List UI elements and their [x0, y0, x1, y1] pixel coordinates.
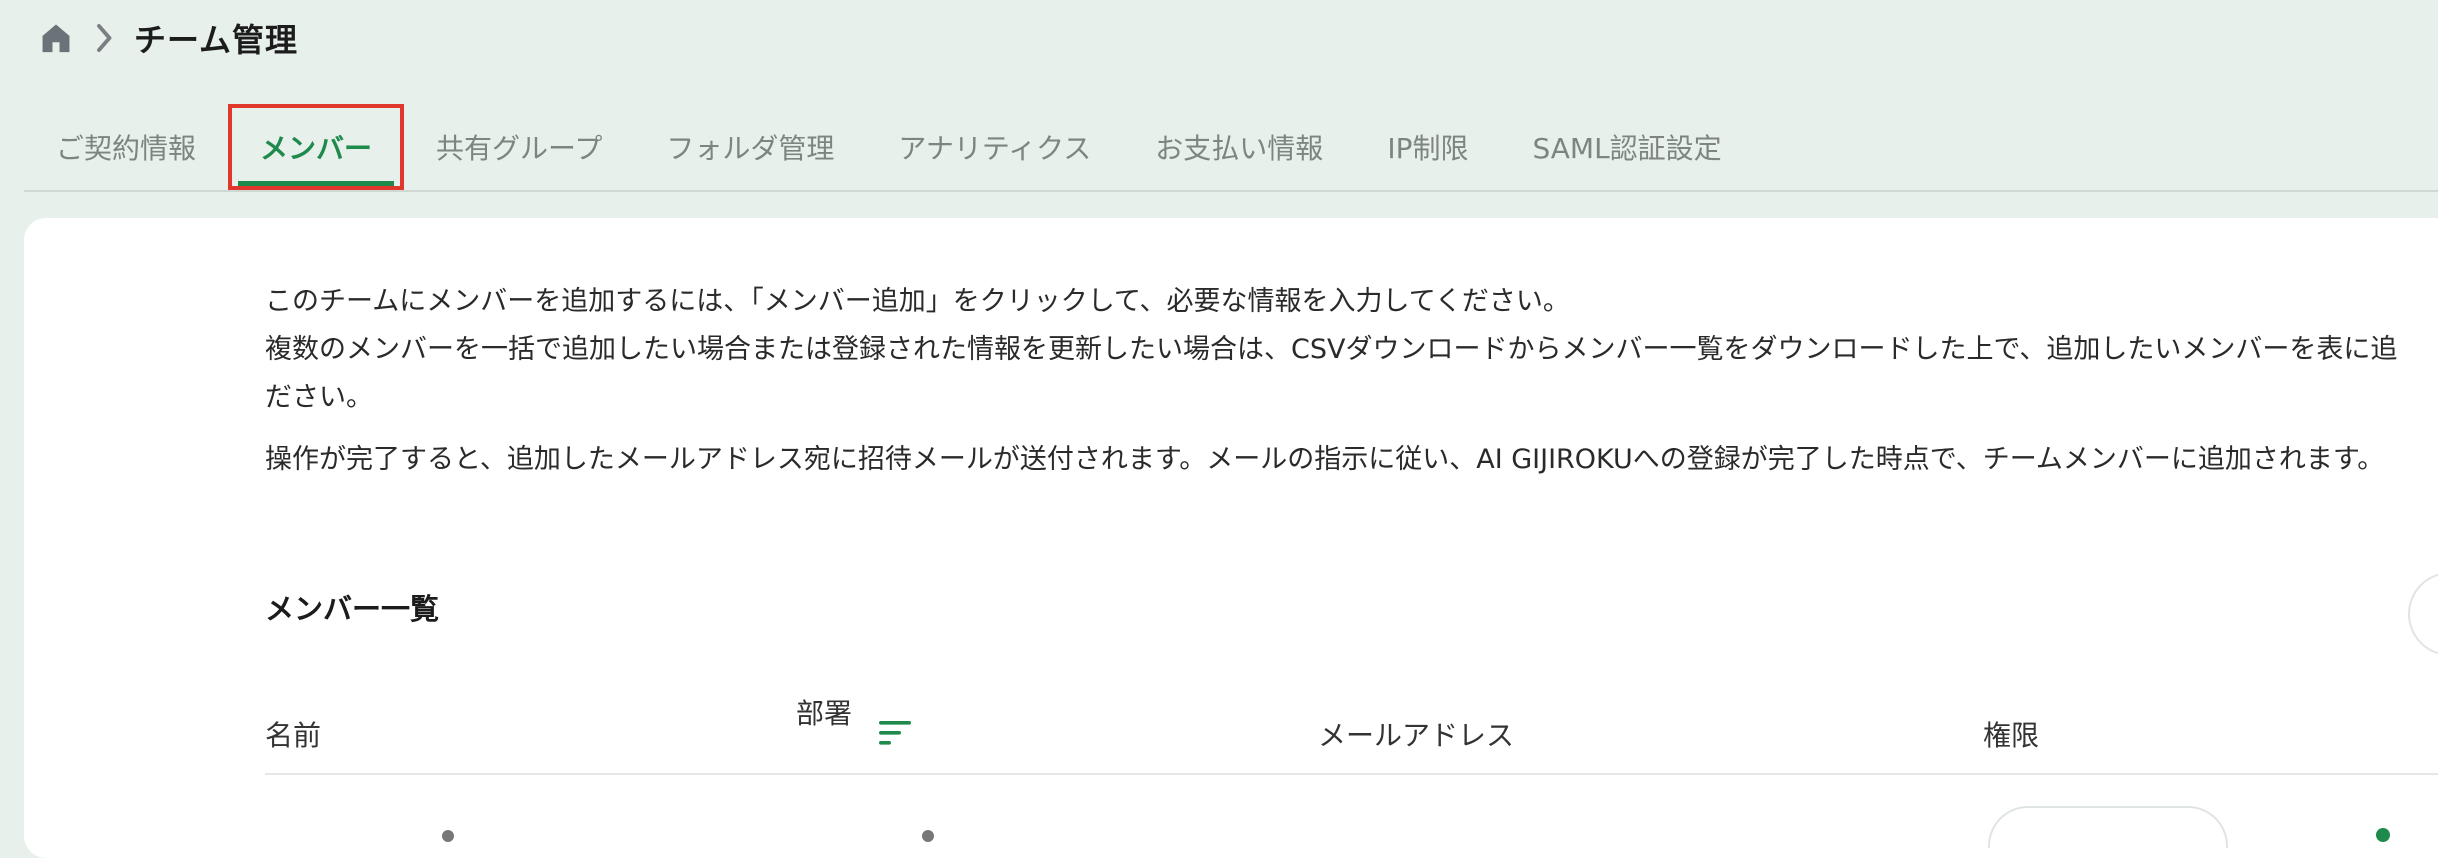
chevron-right-icon [88, 18, 122, 58]
role-select[interactable] [1988, 806, 2228, 848]
intro-text: このチームにメンバーを追加するには、「メンバー追加」をクリックして、必要な情報を… [265, 278, 2438, 484]
sort-filter-icon[interactable] [877, 718, 913, 748]
action-button[interactable] [2408, 572, 2438, 656]
tab-folder-management[interactable]: フォルダ管理 [634, 104, 866, 190]
tab-ip-restriction[interactable]: IP制限 [1355, 104, 1500, 190]
column-header-department[interactable]: 部署 [796, 692, 852, 732]
tab-saml-settings[interactable]: SAML認証設定 [1500, 104, 1753, 190]
tab-contract-info[interactable]: ご契約情報 [24, 104, 228, 190]
intro-line: ださい。 [265, 382, 373, 413]
tab-label: IP制限 [1387, 132, 1469, 165]
tab-label: アナリティクス [898, 132, 1092, 165]
tab-bar: ご契約情報 メンバー 共有グループ フォルダ管理 アナリティクス お支払い情報 … [24, 104, 2438, 192]
column-header-email[interactable]: メールアドレス [1318, 714, 1514, 754]
tab-members[interactable]: メンバー [228, 104, 405, 190]
tab-label: SAML認証設定 [1532, 132, 1722, 165]
home-icon[interactable] [36, 18, 76, 58]
tab-label: 共有グループ [436, 132, 603, 165]
section-title-member-list: メンバー一覧 [265, 592, 440, 626]
tab-payment-info[interactable]: お支払い情報 [1123, 104, 1355, 190]
intro-line: このチームにメンバーを追加するには、「メンバー追加」をクリックして、必要な情報を… [265, 286, 1570, 317]
tab-analytics[interactable]: アナリティクス [866, 104, 1123, 190]
tab-label: ご契約情報 [56, 132, 197, 165]
tab-label: お支払い情報 [1155, 132, 1324, 165]
tab-label: フォルダ管理 [666, 132, 835, 165]
table-header-divider [265, 773, 2438, 775]
column-header-role[interactable]: 権限 [1983, 714, 2039, 754]
table-row [2376, 828, 2390, 842]
intro-line: 操作が完了すると、追加したメールアドレス宛に招待メールが送付されます。メールの指… [265, 444, 2385, 475]
page-title: チーム管理 [134, 21, 299, 59]
breadcrumb: チーム管理 [36, 14, 298, 62]
tab-label: メンバー [260, 132, 373, 165]
tab-shared-groups[interactable]: 共有グループ [404, 104, 634, 190]
intro-line: 複数のメンバーを一括で追加したい場合または登録された情報を更新したい場合は、CS… [265, 334, 2398, 365]
column-header-name[interactable]: 名前 [265, 714, 321, 754]
members-panel: このチームにメンバーを追加するには、「メンバー追加」をクリックして、必要な情報を… [24, 218, 2438, 858]
